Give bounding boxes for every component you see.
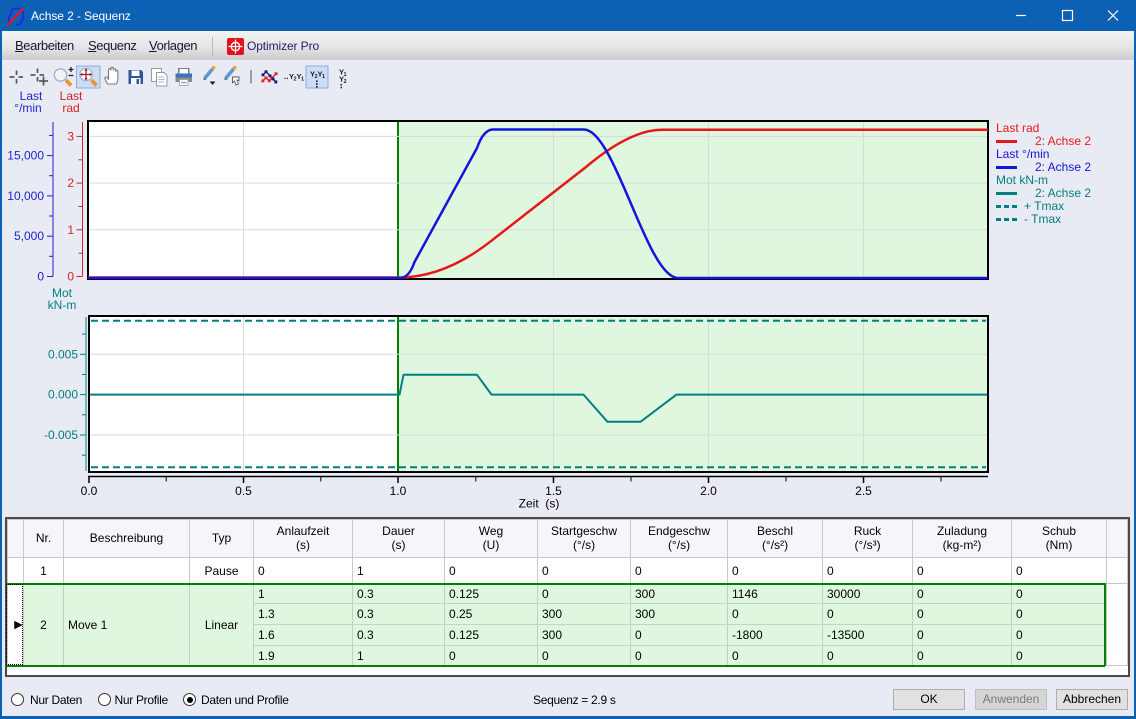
svg-text:0: 0 — [67, 270, 74, 284]
svg-text:-0.005: -0.005 — [44, 428, 78, 442]
svg-text:0.000: 0.000 — [48, 388, 78, 402]
svg-text:2: 2 — [344, 79, 347, 85]
svg-text:Zeit (s): Zeit (s) — [519, 497, 560, 511]
svg-text:3: 3 — [67, 129, 74, 143]
svg-text:..: .. — [284, 72, 288, 81]
svg-text:0.0: 0.0 — [81, 484, 98, 498]
svg-text:15,000: 15,000 — [7, 149, 44, 163]
svg-text:5,000: 5,000 — [14, 229, 44, 243]
svg-text:2: 2 — [67, 176, 74, 190]
svg-text:0.5: 0.5 — [235, 484, 252, 498]
svg-text:1: 1 — [322, 74, 325, 80]
svg-text:0.005: 0.005 — [48, 347, 78, 361]
svg-text:1: 1 — [301, 77, 304, 83]
svg-text:0: 0 — [37, 270, 44, 284]
svg-text:10,000: 10,000 — [7, 189, 44, 203]
svg-text:2.0: 2.0 — [700, 484, 717, 498]
svg-text:1: 1 — [67, 223, 74, 237]
svg-text:2.5: 2.5 — [855, 484, 872, 498]
svg-text:1.0: 1.0 — [390, 484, 407, 498]
